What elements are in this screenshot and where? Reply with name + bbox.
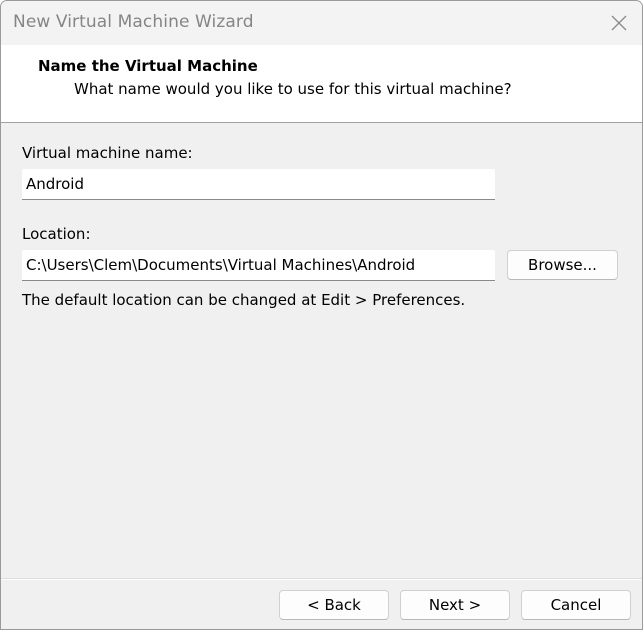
location-label: Location: <box>22 225 91 243</box>
title-bar: New Virtual Machine Wizard <box>1 1 642 45</box>
vm-name-label: Virtual machine name: <box>22 144 193 162</box>
footer-divider-highlight <box>1 579 642 580</box>
window-title: New Virtual Machine Wizard <box>13 12 254 32</box>
location-input[interactable] <box>22 250 495 281</box>
vm-name-input[interactable] <box>22 169 495 200</box>
close-icon <box>611 15 627 31</box>
wizard-window: New Virtual Machine Wizard Name the Virt… <box>0 0 643 630</box>
close-button[interactable] <box>596 1 642 45</box>
back-button[interactable]: < Back <box>279 590 389 620</box>
browse-button[interactable]: Browse... <box>507 250 618 280</box>
wizard-header: Name the Virtual Machine What name would… <box>1 45 642 123</box>
next-button[interactable]: Next > <box>400 590 510 620</box>
cancel-button[interactable]: Cancel <box>521 590 631 620</box>
location-hint: The default location can be changed at E… <box>22 291 466 309</box>
page-subtitle: What name would you like to use for this… <box>74 80 512 98</box>
page-title: Name the Virtual Machine <box>38 57 258 75</box>
